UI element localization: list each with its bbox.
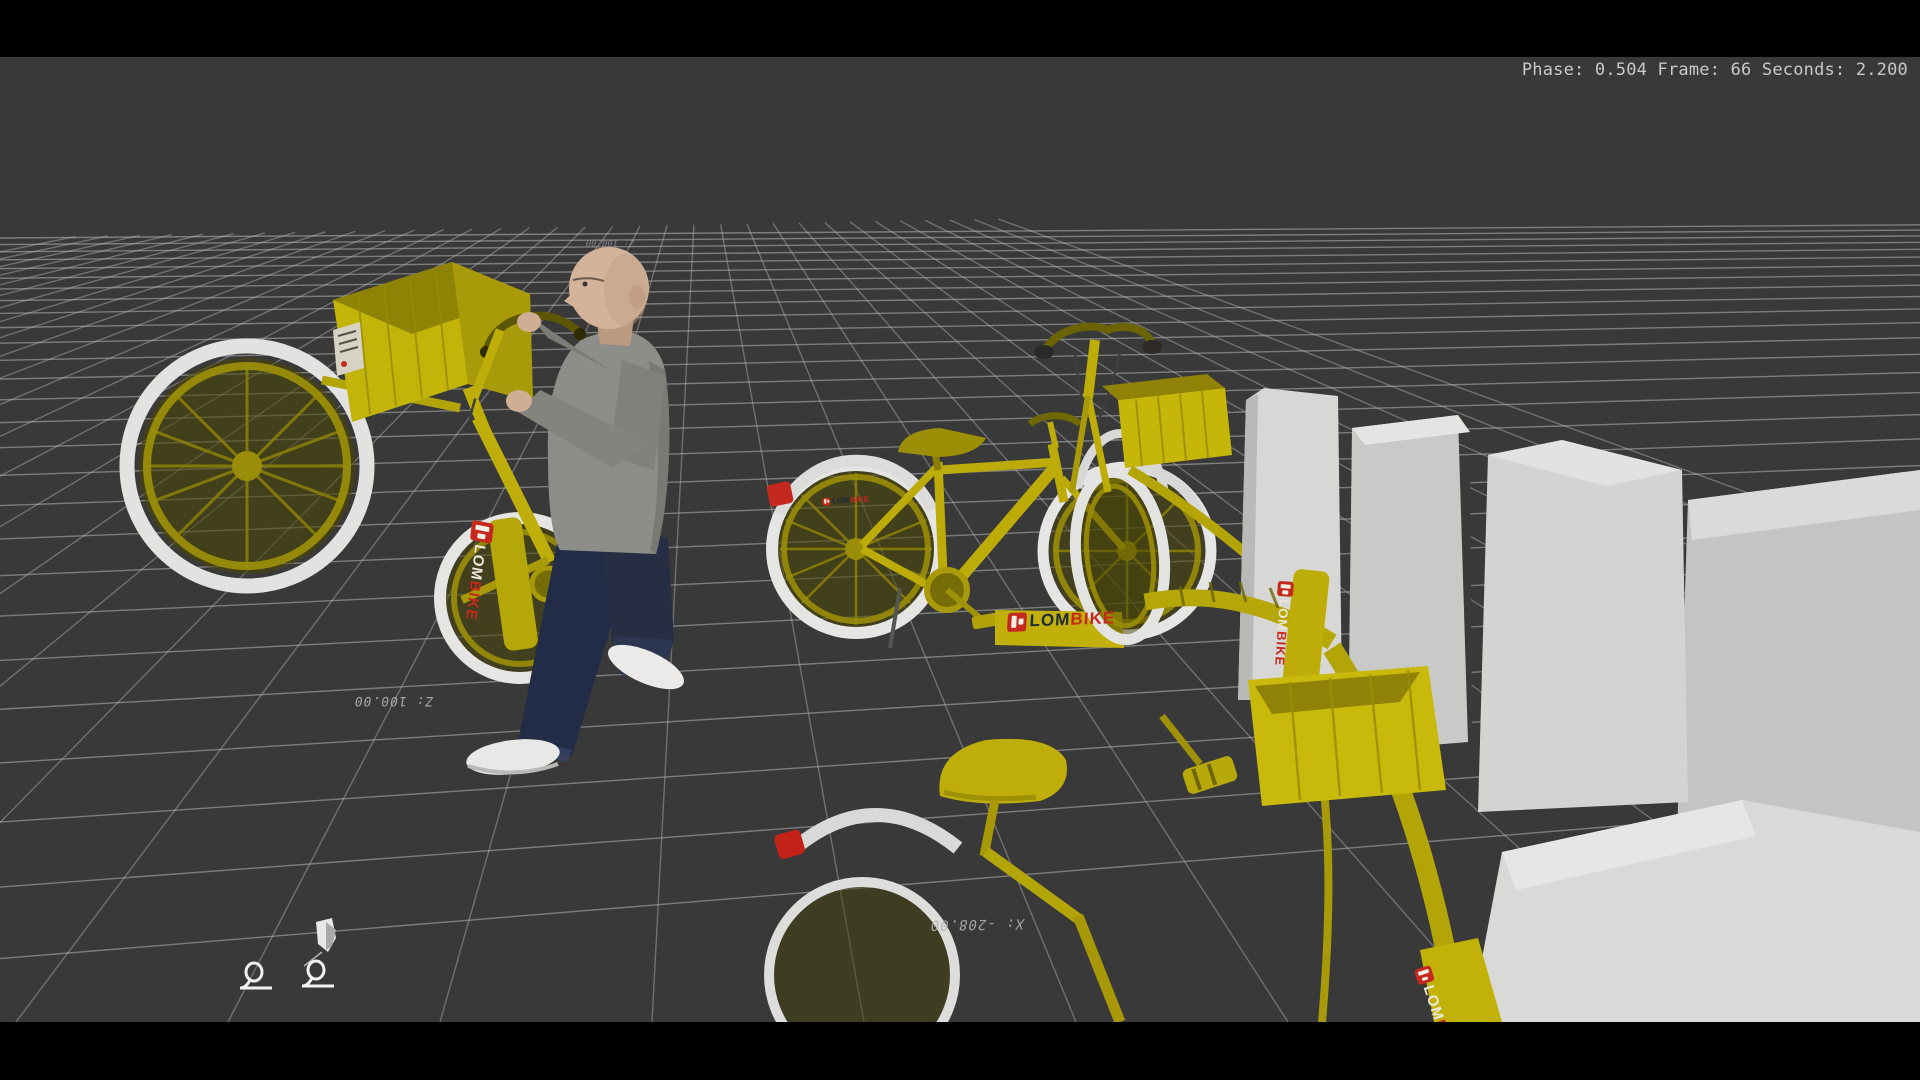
application-window: Phase: 0.504 Frame: 66 Seconds: 2.200 Z:… [0,0,1920,1080]
hud-frame-value: 66 [1731,60,1752,80]
grid-coordinate-label-x: X: -208.00 [928,915,1025,933]
character-ear [629,285,645,309]
character-right-hand [517,312,541,332]
hud-seconds-label: Seconds: [1762,60,1845,80]
hud-seconds-value: 2.200 [1856,60,1908,80]
3d-viewport[interactable]: Phase: 0.504 Frame: 66 Seconds: 2.200 Z:… [0,57,1920,1022]
character-left-hand [506,390,532,412]
middle-bike-saddle [898,428,986,457]
lombike-badge-icon [470,520,494,544]
scene-canvas [0,57,1920,1022]
grid-coordinate-label-far: Z: 100.00 [585,237,636,247]
hud-phase-label: Phase: [1522,60,1585,80]
lombike-badge-icon [1277,581,1294,597]
hud-frame-label: Frame: [1658,60,1721,80]
lombike-badge-icon [1007,612,1027,632]
hud-phase-value: 0.504 [1595,60,1647,80]
lombike-logo-middle-bike: LOMBIKE [1007,608,1116,632]
letterbox-bottom [0,1022,1920,1080]
foot-markers [240,918,336,988]
bottom-bike-taillight [773,829,806,860]
bottom-bike-fender [795,815,958,848]
grid-coordinate-label-z: Z: 100.00 [353,693,435,708]
character-eye [583,282,588,287]
lombike-badge-icon [822,497,830,505]
letterbox-top [0,0,1920,57]
block-tall-center [1478,440,1688,812]
hud-readout: Phase: 0.504 Frame: 66 Seconds: 2.200 [1522,60,1908,80]
bottom-bike [769,739,1120,1022]
